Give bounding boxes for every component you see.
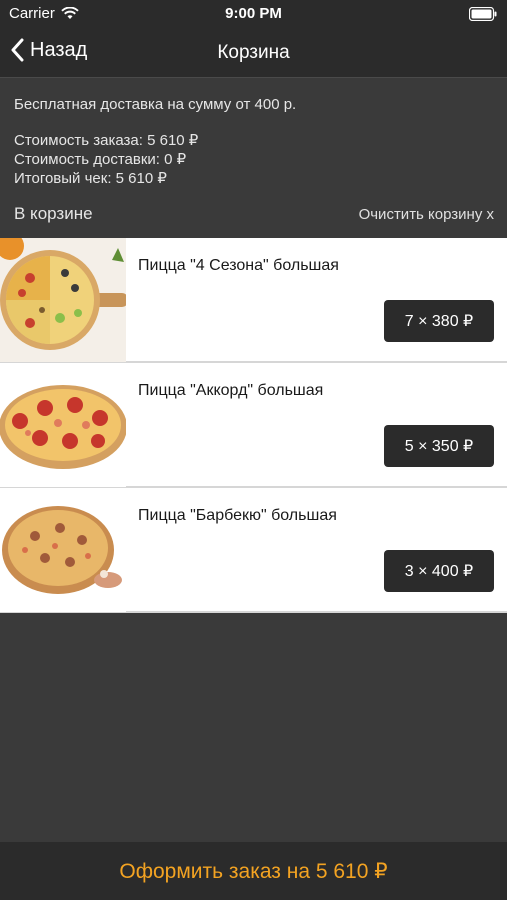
clear-cart-button[interactable]: Очистить корзину x (359, 206, 494, 223)
item-name: Пицца "4 Сезона" большая (138, 257, 339, 274)
pizza-image (0, 238, 126, 362)
status-time: 9:00 PM (225, 5, 282, 22)
nav-bar: Назад Корзина (0, 28, 507, 78)
item-name: Пицца "Барбекю" большая (138, 507, 337, 524)
checkout-button[interactable]: Оформить заказ на 5 610 ₽ (0, 842, 507, 900)
quantity-price-button[interactable]: 3 × 400 ₽ (384, 550, 494, 592)
checkout-label: Оформить заказ на 5 610 ₽ (119, 859, 388, 883)
cart-item[interactable]: Пицца "Барбекю" большая 3 × 400 ₽ (0, 488, 507, 613)
order-info: Бесплатная доставка на сумму от 400 р. С… (0, 79, 507, 190)
status-bar: Carrier 9:00 PM (0, 0, 507, 28)
pizza-image (0, 488, 126, 612)
order-summary: Стоимость заказа: 5 610 ₽ Стоимость дост… (14, 130, 493, 190)
cart-section-title: В корзине (14, 204, 93, 223)
quantity-price-button[interactable]: 7 × 380 ₽ (384, 300, 494, 342)
cart-list: Пицца "4 Сезона" большая 7 × 380 ₽ Пицца… (0, 238, 507, 613)
battery-icon (469, 7, 497, 21)
item-name: Пицца "Аккорд" большая (138, 382, 324, 399)
cart-item[interactable]: Пицца "Аккорд" большая 5 × 350 ₽ (0, 363, 507, 488)
quantity-price-button[interactable]: 5 × 350 ₽ (384, 425, 494, 467)
cart-header: В корзине Очистить корзину x (14, 202, 494, 226)
cart-item[interactable]: Пицца "4 Сезона" большая 7 × 380 ₽ (0, 238, 507, 363)
pizza-image (0, 363, 126, 487)
order-total: Итоговый чек: 5 610 ₽ (14, 170, 167, 187)
page-title: Корзина (217, 42, 290, 63)
free-delivery-note: Бесплатная доставка на сумму от 400 р. (14, 96, 297, 113)
